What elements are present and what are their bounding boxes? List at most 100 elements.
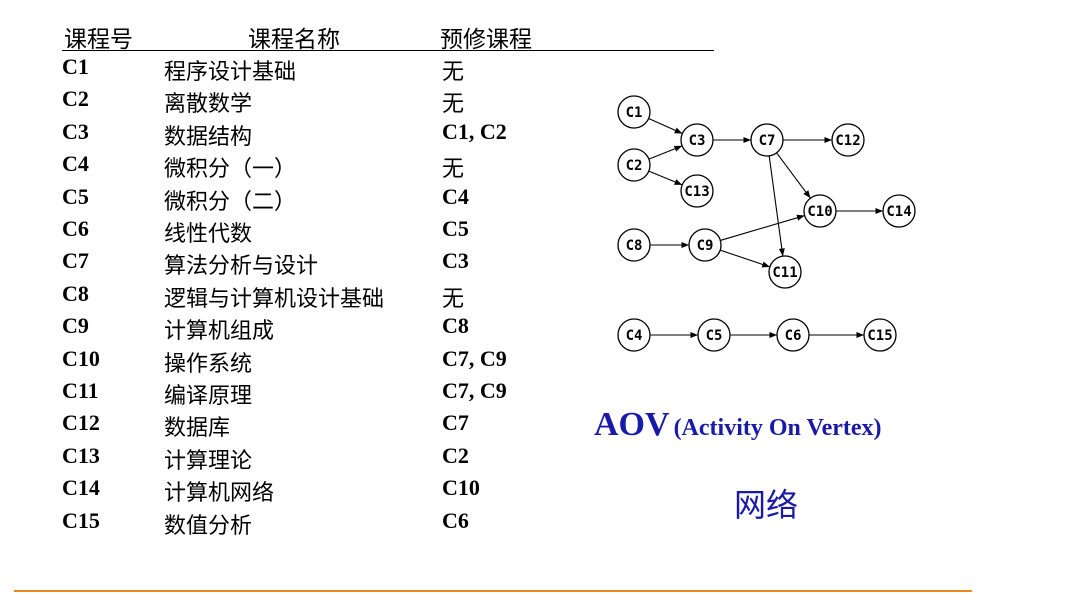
- course-prerequisite: C8: [442, 313, 469, 339]
- table-row: C13 计算理论 C2: [62, 441, 662, 474]
- aov-graph: C1 C2 C3 C7 C12 C13 C10 C14 C8 C9 C11 C4 C5 C6 C15: [617, 95, 916, 352]
- node-label: C1: [626, 105, 643, 121]
- course-name: 编译原理: [164, 384, 253, 409]
- course-name: 程序设计基础: [164, 60, 297, 85]
- node-c6: C6: [776, 318, 810, 352]
- node-label: C2: [626, 158, 643, 174]
- node-label: C13: [684, 184, 709, 200]
- node-c7: C7: [750, 123, 784, 157]
- course-id: C5: [62, 183, 89, 209]
- node-c12: C12: [831, 123, 865, 157]
- bottom-divider: [14, 590, 972, 592]
- edge-c7-c10: [776, 152, 811, 199]
- course-prerequisite: C7, C9: [442, 378, 507, 403]
- aov-expansion: (Activity On Vertex): [673, 415, 882, 441]
- table-row: C9 计算机组成 C8: [62, 311, 662, 345]
- node-c15: C15: [863, 318, 897, 352]
- course-name: 数值分析: [164, 513, 253, 539]
- node-c13: C13: [680, 174, 714, 208]
- course-name: 微积分（一）: [164, 157, 297, 183]
- node-label: C11: [772, 265, 797, 281]
- header-prerequisite: 预修课程: [440, 27, 532, 53]
- edge-c7-c11: [768, 155, 785, 257]
- aov-label: AOV: [594, 406, 670, 443]
- node-label: C14: [886, 204, 911, 220]
- edge-c9-c10: [720, 214, 805, 241]
- node-c9: C9: [688, 228, 722, 262]
- edge-c2-c3: [648, 145, 683, 160]
- course-id: C6: [62, 216, 89, 241]
- course-name: 操作系统: [164, 351, 253, 377]
- table-row: C15 数值分析 C6: [62, 506, 662, 539]
- course-id: C12: [62, 410, 100, 436]
- node-c2: C2: [617, 148, 651, 182]
- course-id: C9: [62, 313, 89, 339]
- table-row: C1 程序设计基础 无: [62, 52, 662, 85]
- node-c11: C11: [768, 255, 802, 289]
- node-c10: C10: [803, 194, 837, 228]
- node-label: C8: [626, 238, 643, 254]
- course-name: 离散数学: [164, 92, 253, 118]
- node-label: C4: [626, 328, 643, 344]
- course-prerequisite: C4: [442, 183, 469, 209]
- course-id: C15: [62, 507, 100, 533]
- course-prerequisite: 无: [442, 286, 465, 312]
- table-row: C8 逻辑与计算机设计基础 无: [62, 279, 662, 312]
- table-row: C4 微积分（一） 无: [62, 149, 662, 183]
- course-name: 计算机网络: [164, 481, 275, 507]
- node-label: C15: [867, 328, 892, 344]
- course-id: C13: [62, 442, 100, 468]
- node-label: C9: [697, 238, 714, 254]
- course-id: C8: [62, 280, 89, 306]
- course-prerequisite: C7: [442, 410, 469, 436]
- course-id: C2: [62, 86, 89, 112]
- course-id: C4: [62, 151, 89, 177]
- course-id: C10: [62, 345, 100, 371]
- edge-c9-c11: [719, 249, 771, 268]
- course-name: 计算理论: [164, 448, 253, 474]
- course-name: 微积分（二）: [164, 189, 297, 215]
- course-prerequisite: C2: [442, 442, 469, 468]
- node-c3: C3: [680, 123, 714, 157]
- course-prerequisite: C10: [442, 475, 480, 501]
- course-prerequisite: C3: [442, 248, 469, 274]
- course-prerequisite: 无: [442, 92, 465, 118]
- aov-caption: AOV (Activity On Vertex): [594, 406, 882, 444]
- network-label: 网络: [734, 486, 799, 524]
- course-name: 计算机组成: [164, 319, 275, 345]
- table-row: C3 数据结构 C1, C2: [62, 117, 662, 150]
- graph-nodes: C1 C2 C3 C7 C12 C13 C10 C14 C8 C9 C11 C4 C5 C6 C15: [617, 95, 916, 352]
- course-id: C7: [62, 248, 89, 274]
- course-name: 数据库: [164, 416, 231, 442]
- edge-c1-c3: [648, 117, 683, 135]
- course-name: 逻辑与计算机设计基础: [164, 286, 385, 312]
- table-row: C2 离散数学 无: [62, 84, 662, 118]
- node-c14: C14: [882, 194, 916, 228]
- node-label: C6: [785, 328, 802, 344]
- course-id: C14: [62, 475, 100, 501]
- table-row: C5 微积分（二） C4: [62, 182, 662, 215]
- course-prerequisite: 无: [442, 60, 465, 85]
- course-id: C3: [62, 118, 89, 144]
- table-row: C12 数据库 C7: [62, 408, 662, 442]
- node-c1: C1: [617, 95, 651, 129]
- course-id: C1: [62, 54, 89, 79]
- course-prerequisite: C6: [442, 507, 469, 533]
- table-row: C7 算法分析与设计 C3: [62, 246, 662, 280]
- node-c5: C5: [697, 318, 731, 352]
- table-row: C10 操作系统 C7, C9: [62, 344, 662, 377]
- table-row: C14 计算机网络 C10: [62, 473, 662, 507]
- header-course-id: 课程号: [64, 27, 133, 53]
- node-c8: C8: [617, 228, 651, 262]
- course-name: 数据结构: [164, 124, 253, 150]
- node-label: C7: [759, 133, 776, 149]
- course-prerequisite: 无: [442, 157, 465, 183]
- table-row: C11 编译原理 C7, C9: [62, 376, 662, 409]
- node-label: C3: [689, 133, 706, 149]
- course-prerequisite: C7, C9: [442, 345, 507, 371]
- edge-c2-c13: [648, 170, 683, 186]
- node-label: C10: [807, 204, 832, 220]
- course-name: 算法分析与设计: [164, 254, 319, 280]
- table-row: C6 线性代数 C5: [62, 214, 662, 247]
- course-id: C11: [62, 378, 99, 403]
